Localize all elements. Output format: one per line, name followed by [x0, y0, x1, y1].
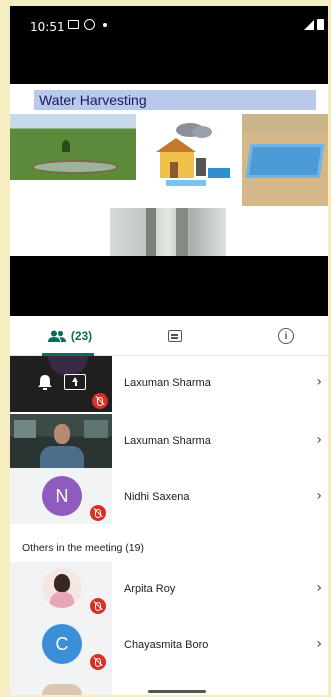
- avatar-partial: [42, 684, 82, 695]
- tab-people[interactable]: (23): [30, 316, 110, 356]
- others-heading: Others in the meeting (19): [22, 542, 144, 554]
- presentation-letterbox-top: [10, 48, 328, 84]
- more-notifications-icon: [103, 22, 107, 27]
- column-shape: [176, 208, 188, 256]
- window-shape: [14, 420, 36, 438]
- mic-off-icon: [92, 393, 108, 409]
- phone-screen: 10:51 Water Harvesting (23) i Laxuman Sh…: [10, 6, 328, 695]
- participant-tabs: (23) i: [10, 316, 328, 356]
- gallery-icon: [68, 20, 79, 29]
- tab-info[interactable]: i: [266, 316, 306, 356]
- participant-thumbnail: [10, 674, 112, 695]
- lined-pond-image: [242, 114, 328, 206]
- participant-row[interactable]: Laxuman Sharma ›: [10, 356, 328, 412]
- participant-row[interactable]: C Chayasmita Boro ›: [10, 618, 328, 674]
- notification-icons: [68, 19, 107, 30]
- chevron-right-icon: ›: [316, 488, 322, 504]
- avatar: N: [42, 476, 82, 516]
- participant-video: [10, 414, 112, 470]
- mic-off-icon: [90, 505, 106, 521]
- participant-name: Nidhi Saxena: [124, 491, 190, 503]
- window-shape: [84, 420, 108, 438]
- people-count: (23): [70, 329, 93, 343]
- mic-off-icon: [90, 654, 106, 670]
- presentation-letterbox-bottom: [10, 256, 328, 316]
- chat-icon: [168, 330, 182, 342]
- participant-thumbnail: C: [10, 618, 112, 674]
- chevron-right-icon: ›: [316, 636, 322, 652]
- body-shape: [40, 446, 84, 470]
- participant-thumbnail: [10, 562, 112, 618]
- rooftop-harvesting-diagram: [156, 123, 230, 186]
- status-time: 10:51: [30, 20, 65, 34]
- status-bar: 10:51: [10, 6, 328, 48]
- face-shape: [54, 424, 70, 444]
- pool-water-shape: [245, 144, 325, 178]
- present-screen-icon: [64, 374, 86, 390]
- battery-icon: [317, 19, 324, 30]
- slide-title: Water Harvesting: [34, 90, 316, 110]
- participant-row[interactable]: Laxuman Sharma ›: [10, 414, 328, 470]
- misty-columns-image: [110, 208, 226, 256]
- mic-off-icon: [90, 598, 106, 614]
- tree-shape: [62, 140, 70, 152]
- avatar-partial: [48, 356, 88, 376]
- pin-icon: [38, 375, 52, 390]
- participant-thumbnail: [10, 356, 112, 412]
- info-icon: i: [278, 328, 294, 344]
- presentation-slide[interactable]: Water Harvesting: [10, 84, 328, 256]
- system-icons: [304, 19, 324, 30]
- participant-name: Arpita Roy: [124, 583, 176, 595]
- chevron-right-icon: ›: [316, 432, 322, 448]
- participant-row[interactable]: N Nidhi Saxena ›: [10, 468, 328, 524]
- chevron-right-icon: ›: [316, 580, 322, 596]
- home-indicator[interactable]: [148, 690, 206, 693]
- participant-thumbnail: N: [10, 468, 112, 524]
- tab-chat[interactable]: [155, 316, 195, 356]
- signal-icon: [304, 20, 314, 30]
- participant-name: Laxuman Sharma: [124, 435, 211, 447]
- pond-water-shape: [32, 160, 118, 174]
- farm-pond-image: [10, 114, 136, 180]
- participant-name: Chayasmita Boro: [124, 639, 209, 651]
- participant-row[interactable]: Arpita Roy ›: [10, 562, 328, 618]
- participant-name: Laxuman Sharma: [124, 377, 211, 389]
- chevron-right-icon: ›: [316, 374, 322, 390]
- people-icon: [47, 330, 66, 342]
- avatar-photo: [42, 568, 82, 608]
- column-shape: [146, 208, 156, 256]
- avatar: C: [42, 624, 82, 664]
- whatsapp-icon: [84, 19, 95, 30]
